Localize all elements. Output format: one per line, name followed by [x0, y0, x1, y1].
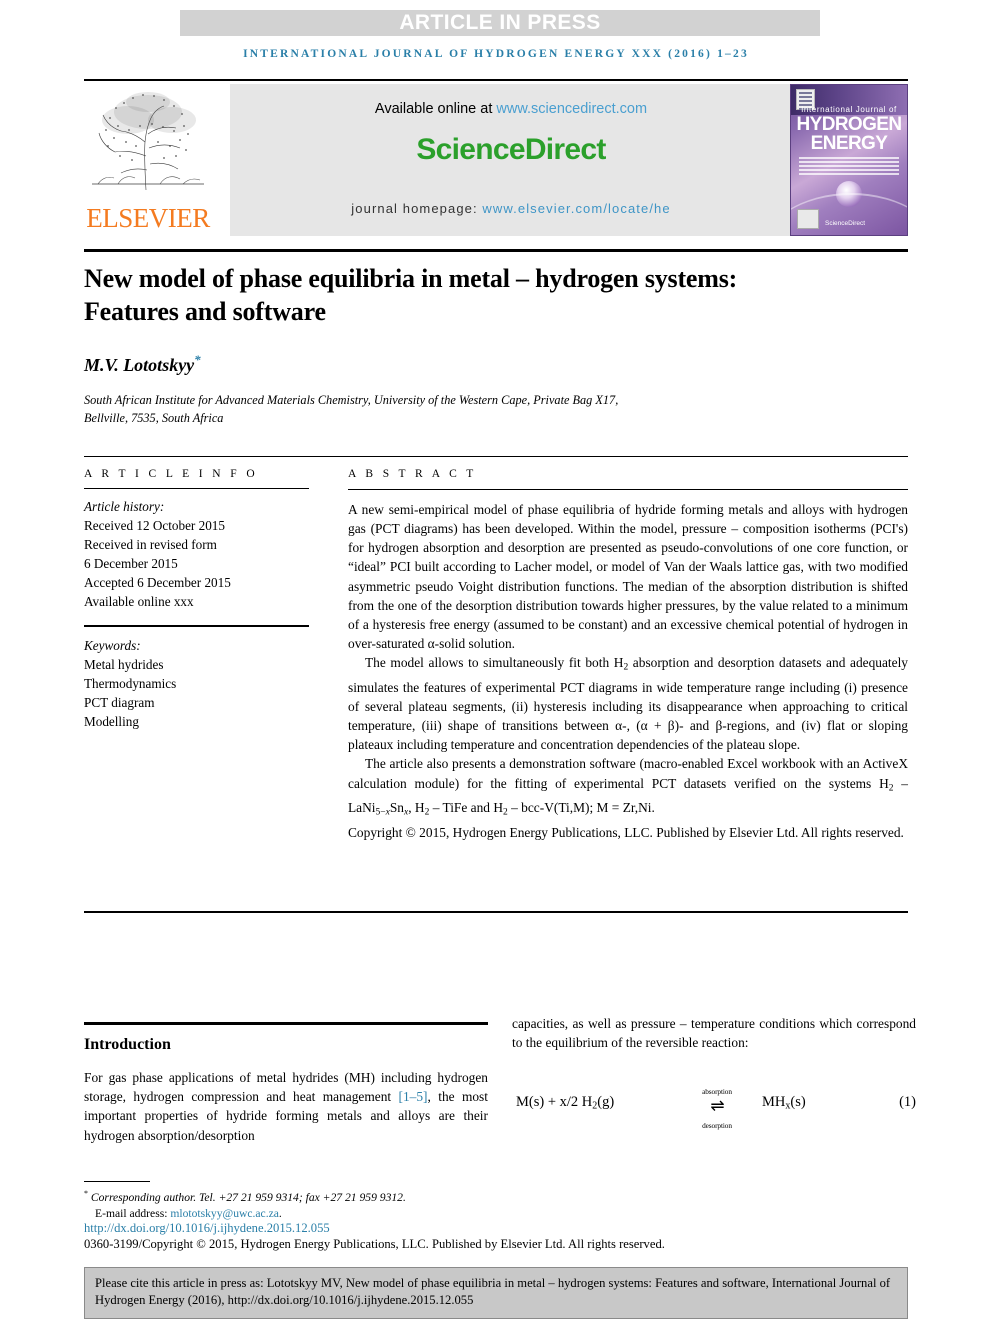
sciencedirect-panel: Available online at www.sciencedirect.co… — [230, 84, 792, 236]
affiliation-line-1: South African Institute for Advanced Mat… — [84, 393, 619, 407]
article-history-label: Article history: — [84, 499, 165, 514]
footnote-marker: * — [84, 1189, 88, 1198]
author-affiliation: South African Institute for Advanced Mat… — [84, 391, 784, 427]
available-online-line: Available online at www.sciencedirect.co… — [230, 101, 792, 117]
abstract-paragraph-1: A new semi-empirical model of phase equi… — [348, 502, 908, 652]
abstract-copyright: Copyright © 2015, Hydrogen Energy Public… — [348, 824, 904, 840]
abstract-paragraph-2: The model allows to simultaneously fit b… — [348, 653, 908, 754]
sciencedirect-url-link[interactable]: www.sciencedirect.com — [496, 101, 647, 117]
abstract-paragraph-3: The article also presents a demonstratio… — [348, 756, 908, 818]
email-period: . — [278, 1207, 282, 1221]
masthead: ELSEVIER Available online at www.science… — [84, 84, 908, 236]
email-link[interactable]: mlototskyy@uwc.ac.za — [170, 1207, 279, 1220]
cover-ihe-logo-icon — [797, 209, 819, 229]
abstract-p3-part-a: The article also presents a demonstratio… — [348, 756, 908, 791]
issn-copyright-line: 0360-3199/Copyright © 2015, Hydrogen Ene… — [84, 1237, 665, 1251]
cover-sciencedirect-mark: ScienceDirect — [825, 220, 866, 227]
article-info-heading: A R T I C L E I N F O — [84, 468, 259, 480]
article-history-item: Available online xxx — [84, 594, 194, 609]
keyword-item: Modelling — [84, 714, 139, 729]
keyword-item: PCT diagram — [84, 695, 155, 710]
absorption-label: absorption — [702, 1087, 732, 1097]
abstract-p2-part-a: The model allows to simultaneously fit b… — [365, 655, 624, 671]
article-history-item: 6 December 2015 — [84, 556, 178, 571]
cover-journal-prefix: International Journal of — [801, 105, 897, 114]
introduction-heading: Introduction — [84, 1036, 171, 1053]
paper-title: New model of phase equilibria in metal –… — [84, 264, 738, 326]
paper-page: ARTICLE IN PRESS INTERNATIONAL JOURNAL O… — [0, 0, 992, 1323]
corresponding-author-note: Corresponding author. Tel. +27 21 959 93… — [90, 1190, 406, 1204]
journal-cover-thumbnail: International Journal of HYDROGEN ENERGY… — [790, 84, 908, 236]
affiliation-line-2: Bellville, 7535, South Africa — [84, 411, 224, 425]
cover-editor-lines — [799, 157, 899, 177]
article-history-item: Received 12 October 2015 — [84, 518, 225, 533]
abstract-p3-sub: 2 — [888, 782, 894, 793]
body-column-right: capacities, as well as pressure – temper… — [512, 1014, 916, 1130]
abstract-p3-sub: 2 — [424, 807, 430, 818]
info-section-rule-top — [84, 456, 908, 457]
abstract-section-rule-bottom — [84, 911, 908, 913]
equation-lhs-text: M(s) + x/2 H — [516, 1094, 593, 1111]
abstract-divider — [348, 489, 908, 490]
available-online-prefix: Available online at — [374, 101, 497, 117]
equation-right-side: MHx(s) — [762, 1094, 806, 1112]
equation-left-side: M(s) + x/2 H2(g) — [516, 1094, 614, 1112]
sciencedirect-logo[interactable]: ScienceDirect — [230, 133, 792, 167]
abstract-p3-sub: 5−x — [375, 807, 390, 818]
equation-rhs-text: MH — [762, 1094, 786, 1111]
author-name: M.V. Lototskyy* — [84, 352, 201, 376]
article-history-item: Accepted 6 December 2015 — [84, 575, 231, 590]
doi-link[interactable]: http://dx.doi.org/10.1016/j.ijhydene.201… — [84, 1221, 330, 1236]
abstract-column: A B S T R A C T A new semi-empirical mod… — [348, 468, 908, 842]
article-history-item: Received in revised form — [84, 537, 217, 552]
keyword-item: Metal hydrides — [84, 657, 164, 672]
body-column-left: Introduction For gas phase applications … — [84, 1030, 488, 1145]
article-info-column: A R T I C L E I N F O Article history: R… — [84, 468, 309, 731]
keyword-item: Thermodynamics — [84, 676, 177, 691]
footnote-block: * Corresponding author. Tel. +27 21 959 … — [84, 1186, 784, 1222]
citation-notice-text: Please cite this article in press as: Lo… — [95, 1276, 891, 1307]
header-rule-bottom — [84, 249, 908, 252]
desorption-label: desorption — [702, 1121, 732, 1131]
reference-link-1-5[interactable]: [1–5] — [399, 1089, 428, 1104]
journal-homepage-line: journal homepage: www.elsevier.com/locat… — [230, 201, 792, 216]
equilibrium-arrow-icon: ⇌ — [710, 1096, 724, 1116]
header-rule-top — [84, 79, 908, 81]
email-label: E-mail address: — [95, 1207, 171, 1221]
keywords-label: Keywords: — [84, 638, 141, 653]
cover-title-hydrogen: HYDROGEN — [796, 114, 903, 135]
introduction-paragraph-continued: capacities, as well as pressure – temper… — [512, 1016, 916, 1051]
article-in-press-label: ARTICLE IN PRESS — [399, 11, 601, 34]
journal-homepage-link[interactable]: www.elsevier.com/locate/he — [482, 201, 670, 216]
abstract-p3-sub: x — [404, 807, 409, 818]
equation-1: M(s) + x/2 H2(g) absorption ⇌ desorption… — [512, 1082, 916, 1130]
article-info-divider — [84, 488, 309, 489]
article-in-press-banner: ARTICLE IN PRESS — [180, 10, 820, 36]
corresponding-author-marker[interactable]: * — [194, 352, 201, 367]
elsevier-logo: ELSEVIER — [84, 84, 212, 236]
footnote-rule — [84, 1181, 150, 1182]
equilibrium-arrow-group: absorption ⇌ desorption — [680, 1082, 754, 1133]
abstract-p3-sub: 2 — [503, 807, 508, 818]
equation-lhs-tail: (g) — [597, 1094, 615, 1111]
introduction-rule — [84, 1022, 488, 1025]
elsevier-tree-icon — [88, 86, 208, 198]
journal-homepage-label: journal homepage: — [351, 201, 483, 216]
journal-running-head: INTERNATIONAL JOURNAL OF HYDROGEN ENERGY… — [243, 48, 749, 60]
abstract-heading: A B S T R A C T — [348, 468, 477, 480]
equation-number: (1) — [899, 1094, 916, 1111]
keywords-divider — [84, 625, 309, 627]
citation-notice-box: Please cite this article in press as: Lo… — [84, 1267, 908, 1319]
cover-title-energy: ENERGY — [810, 133, 888, 154]
author-label: M.V. Lototskyy — [84, 355, 195, 375]
introduction-paragraph: For gas phase applications of metal hydr… — [84, 1068, 488, 1145]
equation-rhs-tail: (s) — [790, 1094, 806, 1111]
elsevier-wordmark: ELSEVIER — [86, 203, 210, 233]
